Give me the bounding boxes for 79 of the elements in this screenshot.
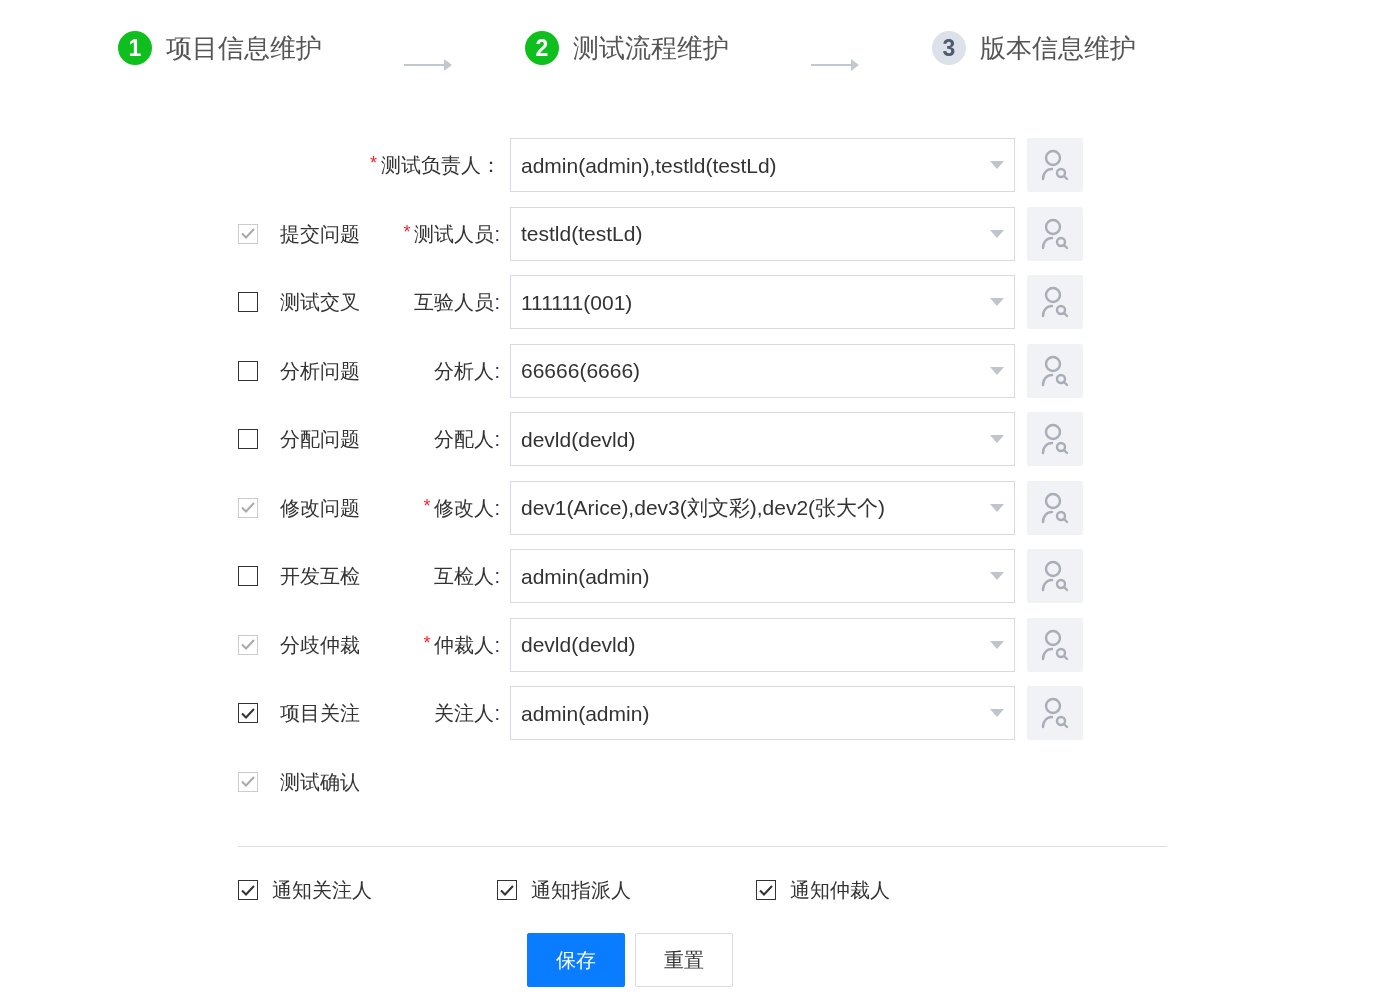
user-search-button[interactable] xyxy=(1027,206,1083,261)
checkbox[interactable] xyxy=(238,880,258,900)
checkbox[interactable] xyxy=(238,429,258,450)
reset-button[interactable]: 重置 xyxy=(635,933,733,987)
user-search-icon xyxy=(1040,149,1070,182)
field-label: 测试负责人： xyxy=(381,154,501,177)
select-field[interactable]: admin(admin) xyxy=(510,686,1015,741)
select-field[interactable]: testld(testLd) xyxy=(510,206,1015,261)
task-label: 分析问题 xyxy=(280,358,361,384)
save-button[interactable]: 保存 xyxy=(527,933,625,987)
select-field[interactable]: dev1(Arice),dev3(刘文彩),dev2(张大个) xyxy=(510,480,1015,535)
select-field[interactable]: devld(devld) xyxy=(510,617,1015,672)
task-label: 测试交叉 xyxy=(280,290,361,316)
checkbox[interactable] xyxy=(756,880,776,900)
checkbox[interactable] xyxy=(238,703,258,724)
select-field[interactable]: admin(admin),testld(testLd) xyxy=(510,138,1015,193)
field-label: 互检人: xyxy=(434,565,500,588)
user-search-button[interactable] xyxy=(1027,549,1083,604)
caret-icon xyxy=(990,640,1004,649)
caret-icon xyxy=(990,229,1004,238)
task-label: 提交问题 xyxy=(280,221,361,247)
select-field[interactable]: 66666(6666) xyxy=(510,343,1015,398)
caret-icon xyxy=(990,503,1004,512)
arrow-icon xyxy=(404,59,452,71)
user-search-icon xyxy=(1040,286,1070,319)
field-label: 仲裁人: xyxy=(434,633,500,656)
field-label: 修改人: xyxy=(434,496,500,519)
checkbox-label: 通知仲裁人 xyxy=(790,878,890,903)
step-title: 项目信息维护 xyxy=(166,32,322,65)
select-field[interactable]: 111111(001) xyxy=(510,275,1015,330)
step-title: 测试流程维护 xyxy=(573,32,729,65)
user-search-icon xyxy=(1040,560,1070,593)
required-asterisk: * xyxy=(403,221,411,242)
step-number: 3 xyxy=(932,31,966,65)
checkbox-label: 通知指派人 xyxy=(531,878,631,903)
field-label: 分配人: xyxy=(434,428,500,451)
user-search-button[interactable] xyxy=(1027,617,1083,672)
checkbox[interactable] xyxy=(238,566,258,587)
caret-icon xyxy=(990,709,1004,718)
required-asterisk: * xyxy=(423,495,431,516)
task-label: 分歧仲裁 xyxy=(280,632,361,658)
user-search-button[interactable] xyxy=(1027,686,1083,741)
user-search-icon xyxy=(1040,354,1070,387)
step-title: 版本信息维护 xyxy=(980,32,1136,65)
user-search-icon xyxy=(1040,491,1070,524)
checkbox[interactable] xyxy=(238,292,258,313)
task-label: 分配问题 xyxy=(280,427,361,453)
step-number: 2 xyxy=(525,31,559,65)
caret-icon xyxy=(990,366,1004,375)
caret-icon xyxy=(990,161,1004,170)
caret-icon xyxy=(990,572,1004,581)
user-search-icon xyxy=(1040,423,1070,456)
task-label: 测试确认 xyxy=(280,769,361,795)
arrow-icon xyxy=(811,59,859,71)
user-search-icon xyxy=(1040,628,1070,661)
user-search-icon xyxy=(1040,697,1070,730)
field-label: 分析人: xyxy=(434,359,500,382)
task-label: 修改问题 xyxy=(280,495,361,521)
user-search-button[interactable] xyxy=(1027,138,1083,193)
user-search-button[interactable] xyxy=(1027,275,1083,330)
user-search-button[interactable] xyxy=(1027,343,1083,398)
user-search-icon xyxy=(1040,217,1070,250)
checkbox[interactable] xyxy=(497,880,517,900)
step-number: 1 xyxy=(118,31,152,65)
caret-icon xyxy=(990,298,1004,307)
required-asterisk: * xyxy=(423,632,431,653)
task-label: 项目关注 xyxy=(280,701,361,727)
caret-icon xyxy=(990,435,1004,444)
user-search-button[interactable] xyxy=(1027,412,1083,467)
select-field[interactable]: devld(devld) xyxy=(510,412,1015,467)
checkbox[interactable] xyxy=(238,360,258,381)
task-label: 开发互检 xyxy=(280,564,361,590)
field-label: 关注人: xyxy=(434,702,500,725)
user-search-button[interactable] xyxy=(1027,480,1083,535)
required-asterisk: * xyxy=(370,153,377,174)
field-label: 测试人员: xyxy=(414,222,500,245)
field-label: 互验人员: xyxy=(414,291,500,314)
select-field[interactable]: admin(admin) xyxy=(510,549,1015,604)
checkbox-label: 通知关注人 xyxy=(272,878,372,903)
